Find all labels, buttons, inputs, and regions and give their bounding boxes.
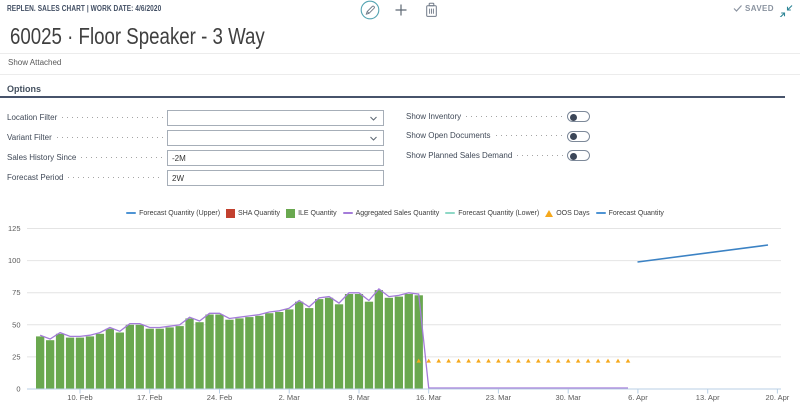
svg-text:100: 100 [8, 256, 21, 265]
svg-text:20. Apr: 20. Apr [766, 393, 790, 402]
svg-text:75: 75 [12, 288, 20, 297]
svg-text:25: 25 [12, 352, 20, 361]
svg-text:24. Feb: 24. Feb [207, 393, 232, 402]
svg-text:2. Mar: 2. Mar [279, 393, 301, 402]
svg-text:16. Mar: 16. Mar [416, 393, 442, 402]
svg-text:13. Apr: 13. Apr [696, 393, 720, 402]
svg-text:17. Feb: 17. Feb [137, 393, 162, 402]
svg-text:23. Mar: 23. Mar [486, 393, 512, 402]
svg-text:30. Mar: 30. Mar [555, 393, 581, 402]
svg-text:50: 50 [12, 320, 20, 329]
svg-text:0: 0 [16, 385, 20, 394]
svg-text:10. Feb: 10. Feb [67, 393, 92, 402]
svg-text:6. Apr: 6. Apr [628, 393, 648, 402]
svg-text:9. Mar: 9. Mar [348, 393, 370, 402]
svg-text:125: 125 [8, 224, 21, 233]
